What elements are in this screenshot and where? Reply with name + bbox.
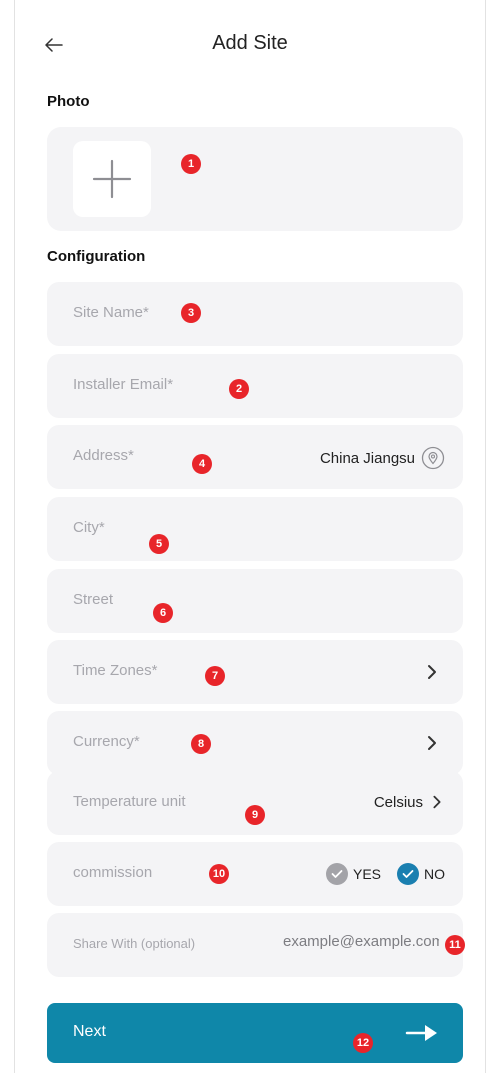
chevron-right-icon <box>428 665 436 679</box>
temperature-unit-placeholder: Temperature unit <box>73 793 186 810</box>
annotation-badge: 7 <box>205 666 225 686</box>
site-name-field[interactable]: Site Name* 3 <box>47 282 463 346</box>
annotation-badge: 12 <box>353 1033 373 1053</box>
annotation-badge: 9 <box>245 805 265 825</box>
chevron-right-icon <box>433 795 441 809</box>
next-button[interactable]: Next 12 <box>47 1003 463 1063</box>
commission-field: commission 10 YES NO <box>47 842 463 906</box>
commission-yes-radio[interactable]: YES <box>325 863 381 885</box>
temperature-unit-field[interactable]: Temperature unit 9 Celsius <box>47 771 463 835</box>
street-placeholder: Street <box>73 591 114 608</box>
time-zones-placeholder: Time Zones* <box>73 662 158 679</box>
location-pin-icon[interactable] <box>421 446 445 470</box>
annotation-badge: 4 <box>192 454 212 474</box>
chevron-right-icon <box>428 736 436 750</box>
street-field[interactable]: Street 6 <box>47 569 463 633</box>
share-with-field[interactable]: Share With (optional) example@example.co… <box>47 913 465 977</box>
page-title: Add Site <box>212 32 288 54</box>
photo-section-label: Photo <box>47 93 90 110</box>
next-button-label: Next <box>73 1023 106 1040</box>
site-name-placeholder: Site Name* <box>73 304 149 321</box>
header-bar: Add Site <box>15 24 485 68</box>
address-placeholder: Address* <box>73 447 134 464</box>
annotation-badge: 3 <box>181 303 201 323</box>
address-value: China Jiangsu <box>319 449 415 467</box>
city-placeholder: City* <box>73 519 105 536</box>
temperature-unit-value-group: Celsius <box>374 792 445 812</box>
check-icon <box>325 863 348 885</box>
annotation-badge: 8 <box>191 734 211 754</box>
arrow-right-icon <box>405 1025 437 1041</box>
currency-placeholder: Currency* <box>73 733 140 750</box>
commission-radio-group: YES NO <box>325 863 445 885</box>
annotation-badge: 11 <box>445 935 465 955</box>
address-field[interactable]: Address* 4 China Jiangsu <box>47 425 463 489</box>
commission-placeholder: commission <box>73 864 153 881</box>
add-photo-button[interactable] <box>73 141 151 217</box>
photo-card: 1 <box>47 127 463 231</box>
commission-no-label: NO <box>424 866 445 882</box>
installer-email-placeholder: Installer Email* <box>73 376 174 393</box>
plus-icon <box>92 159 132 199</box>
commission-yes-label: YES <box>352 866 381 882</box>
annotation-badge: 10 <box>209 864 229 884</box>
app-frame: Add Site Photo 1 Configuration Site Name… <box>14 0 486 1073</box>
currency-field[interactable]: Currency* 8 <box>47 711 463 775</box>
annotation-badge: 6 <box>153 603 173 623</box>
city-field[interactable]: City* 5 <box>47 497 463 561</box>
share-with-input[interactable]: example@example.com <box>283 933 439 950</box>
commission-no-radio[interactable]: NO <box>397 863 445 885</box>
annotation-badge: 5 <box>149 534 169 554</box>
address-value-group: China Jiangsu <box>320 446 445 470</box>
temperature-unit-value: Celsius <box>373 793 423 811</box>
configuration-section-label: Configuration <box>47 248 146 265</box>
check-icon <box>397 863 419 885</box>
installer-email-field[interactable]: Installer Email* 2 <box>47 354 463 418</box>
annotation-badge: 1 <box>181 154 201 174</box>
share-with-placeholder: Share With (optional) <box>73 936 196 951</box>
annotation-badge: 2 <box>229 379 249 399</box>
time-zones-field[interactable]: Time Zones* 7 <box>47 640 463 704</box>
